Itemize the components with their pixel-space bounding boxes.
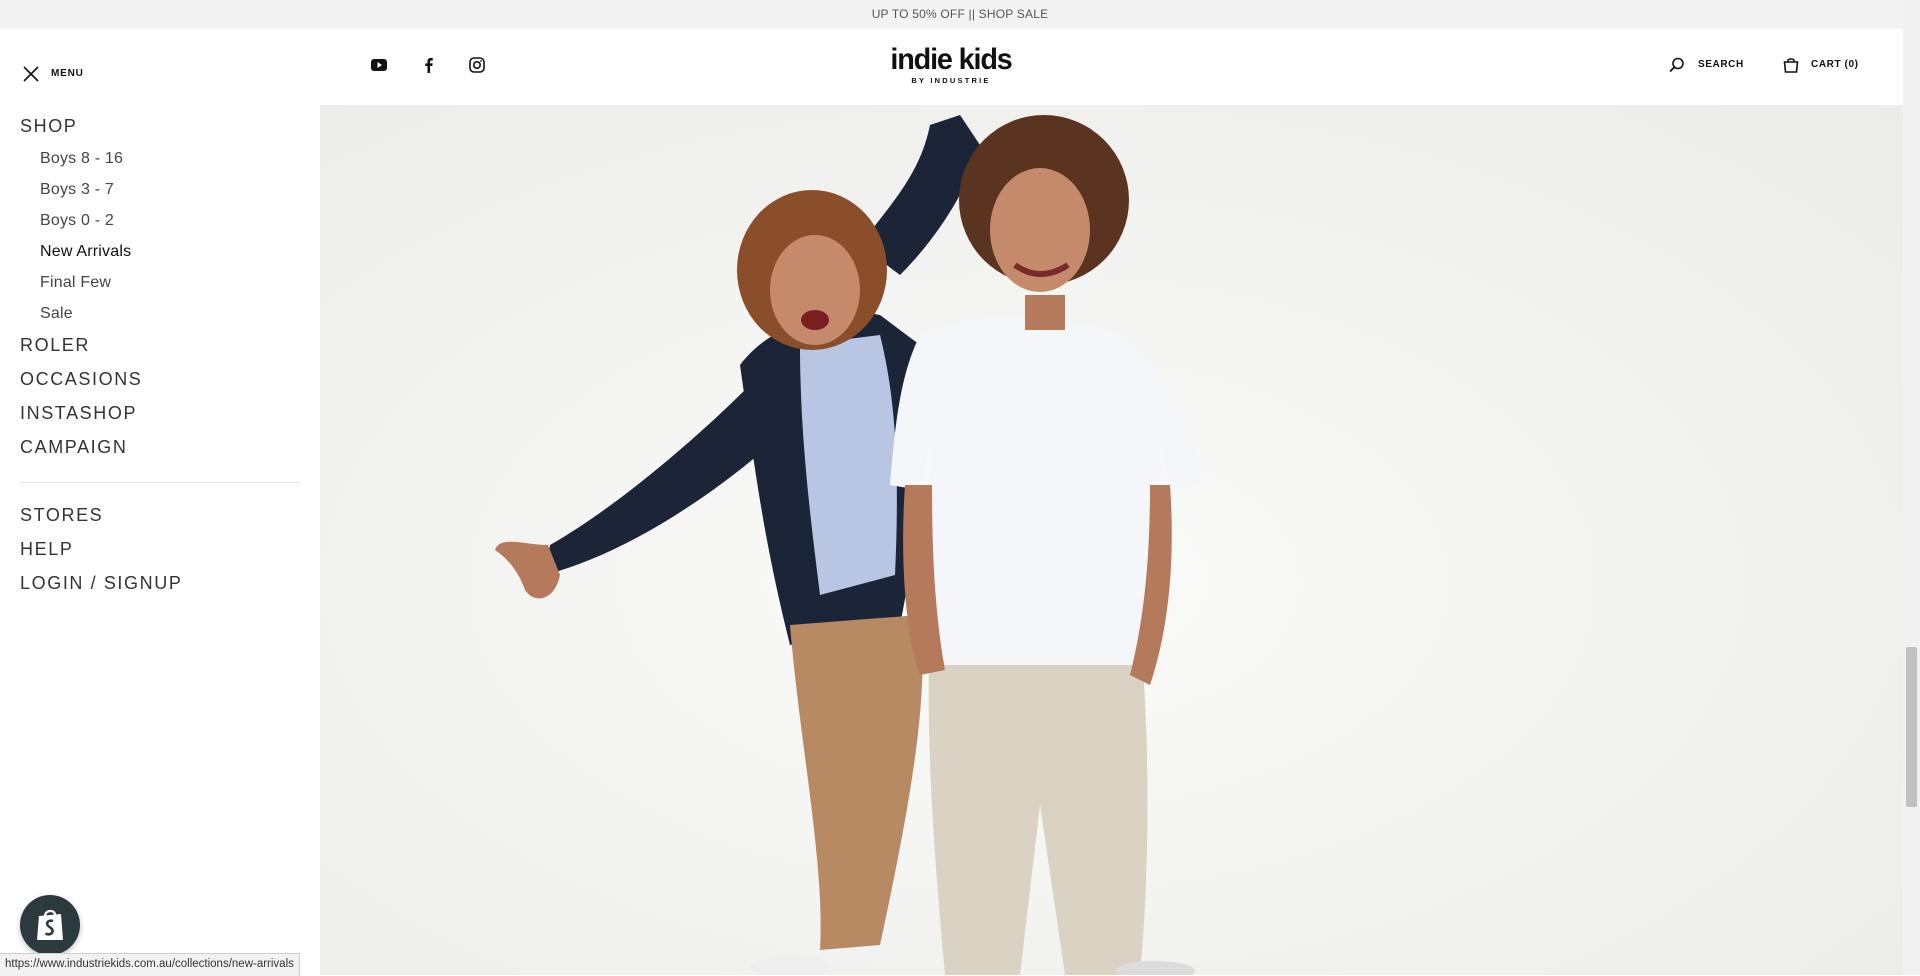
search-icon bbox=[1669, 57, 1684, 73]
nav-sub-final-few[interactable]: Final Few bbox=[40, 274, 111, 292]
cart-button[interactable]: CART (0) bbox=[1782, 56, 1872, 74]
youtube-icon bbox=[371, 59, 387, 71]
nav-help[interactable]: HELP bbox=[20, 539, 73, 560]
nav-occasions[interactable]: OCCASIONS bbox=[20, 369, 142, 390]
facebook-link[interactable] bbox=[420, 56, 440, 76]
nav-sub-sale[interactable]: Sale bbox=[40, 305, 73, 323]
shopify-chat-button[interactable] bbox=[20, 895, 80, 955]
nav-sub-boys-8-16[interactable]: Boys 8 - 16 bbox=[40, 150, 123, 168]
search-label: SEARCH bbox=[1698, 59, 1744, 70]
hero-illustration bbox=[495, 115, 1200, 975]
nav-instashop[interactable]: INSTASHOP bbox=[20, 403, 137, 424]
logo-tagline: BY INDUSTRIE bbox=[911, 76, 991, 85]
site-header: MENU indie kids BY INDUSTRIE SEARCH CART… bbox=[0, 29, 1903, 106]
youtube-link[interactable] bbox=[370, 56, 390, 76]
side-menu: SHOP Boys 8 - 16 Boys 3 - 7 Boys 0 - 2 N… bbox=[0, 105, 320, 975]
nav-sub-new-arrivals[interactable]: New Arrivals bbox=[40, 243, 131, 261]
search-button[interactable]: SEARCH bbox=[1668, 56, 1748, 74]
nav-shop[interactable]: SHOP bbox=[20, 116, 77, 137]
menu-label: MENU bbox=[51, 68, 84, 79]
nav-sub-boys-0-2[interactable]: Boys 0 - 2 bbox=[40, 212, 114, 230]
logo-wordmark: indie kids bbox=[890, 43, 1012, 76]
menu-toggle-button[interactable]: MENU bbox=[22, 65, 92, 83]
shopify-bag-icon bbox=[37, 909, 63, 940]
instagram-icon bbox=[469, 57, 485, 73]
site-logo[interactable]: indie kids BY INDUSTRIE bbox=[880, 45, 1022, 87]
nav-sub-boys-3-7[interactable]: Boys 3 - 7 bbox=[40, 181, 114, 199]
cart-label: CART (0) bbox=[1811, 59, 1859, 70]
nav-login-signup[interactable]: LOGIN / SIGNUP bbox=[20, 573, 182, 594]
hero-image[interactable] bbox=[320, 105, 1903, 975]
shopping-bag-icon bbox=[1783, 58, 1799, 73]
nav-stores[interactable]: STORES bbox=[20, 505, 103, 526]
nav-campaign[interactable]: CAMPAIGN bbox=[20, 437, 127, 458]
page-scrollbar[interactable] bbox=[1903, 0, 1920, 975]
close-icon bbox=[23, 66, 39, 82]
menu-divider bbox=[20, 482, 300, 483]
scrollbar-thumb[interactable] bbox=[1906, 647, 1917, 807]
instagram-link[interactable] bbox=[468, 56, 488, 76]
nav-roler[interactable]: ROLER bbox=[20, 335, 90, 356]
status-bar-url: https://www.industriekids.com.au/collect… bbox=[0, 953, 300, 976]
announcement-bar[interactable]: UP TO 50% OFF || SHOP SALE bbox=[0, 0, 1920, 29]
announcement-text[interactable]: UP TO 50% OFF || SHOP SALE bbox=[872, 7, 1049, 21]
facebook-icon bbox=[425, 58, 433, 73]
